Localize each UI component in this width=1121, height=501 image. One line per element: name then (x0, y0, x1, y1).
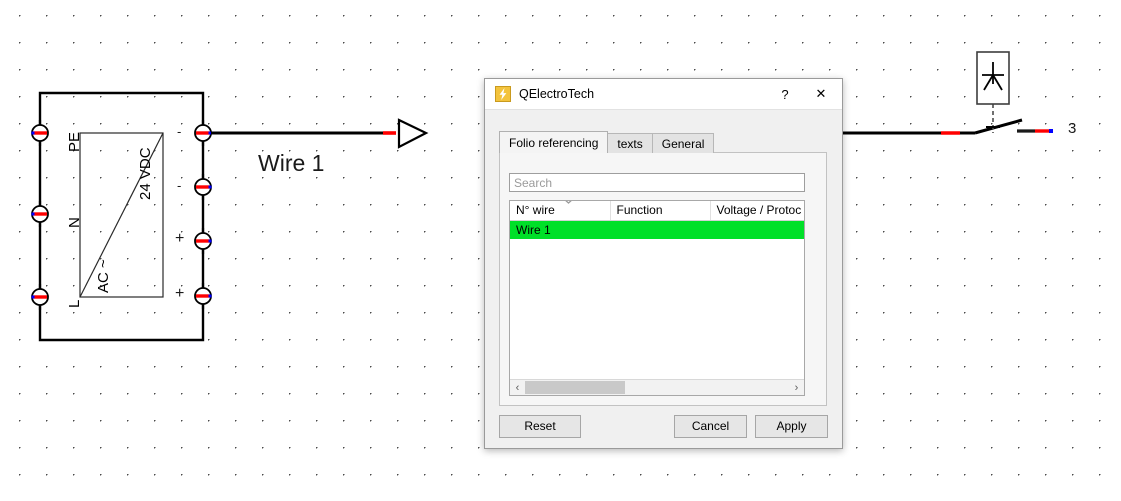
scroll-left-arrow-icon[interactable]: ‹ (510, 380, 525, 395)
terminal-number-label: 3 (1068, 120, 1077, 137)
reset-button[interactable]: Reset (499, 415, 581, 438)
scrollbar-thumb[interactable] (525, 381, 625, 394)
cell-wire-number[interactable]: Wire 1 (510, 220, 610, 239)
apply-button[interactable]: Apply (755, 415, 828, 438)
cell-voltage-protocol[interactable] (710, 220, 804, 239)
scroll-right-arrow-icon[interactable]: › (789, 380, 804, 395)
table-header-row[interactable]: N° wire Function Voltage / Protoc (510, 201, 804, 221)
psu-terminal-label-plus-1: + (175, 230, 185, 247)
scrollbar-track[interactable] (525, 380, 789, 395)
wire-reference-table[interactable]: N° wire Function Voltage / Protoc Wire 1 (509, 200, 805, 396)
psu-terminal-label-minus-2: - (177, 178, 182, 193)
wire-label[interactable]: Wire 1 (258, 150, 324, 177)
psu-inner-label-ac: AC ~ (95, 259, 112, 293)
tab-folio-referencing[interactable]: Folio referencing (499, 131, 609, 153)
search-input[interactable] (509, 173, 805, 192)
psu-terminal-label-pe: PE (66, 131, 83, 152)
cancel-button[interactable]: Cancel (674, 415, 747, 438)
psu-terminal-label-minus-1: - (177, 124, 182, 139)
column-header-wire-number[interactable]: N° wire (510, 201, 611, 221)
cell-function[interactable] (610, 220, 710, 239)
column-header-voltage-protocol[interactable]: Voltage / Protoc (710, 201, 804, 221)
chevron-down-icon (565, 201, 572, 204)
psu-terminal-label-n: N (66, 217, 83, 228)
dialog-titlebar[interactable]: QElectroTech ? ✕ (485, 79, 842, 110)
qelectrotech-dialog[interactable]: QElectroTech ? ✕ Folio referencing texts… (484, 78, 843, 449)
dialog-body: Folio referencing texts General N° wire … (485, 110, 842, 448)
tab-panel-folio-referencing: N° wire Function Voltage / Protoc Wire 1 (499, 152, 827, 406)
psu-terminal-label-l: L (66, 299, 83, 308)
table-row[interactable]: Wire 1 (510, 220, 804, 239)
tab-bar[interactable]: Folio referencing texts General (499, 131, 715, 153)
psu-inner-label-dc: 24 VDC (137, 147, 154, 200)
lightning-bolt-icon (495, 86, 511, 102)
help-button[interactable]: ? (770, 79, 800, 109)
dialog-title: QElectroTech (519, 87, 595, 101)
psu-terminal-label-plus-2: + (175, 285, 185, 302)
table-scroll-area[interactable]: N° wire Function Voltage / Protoc Wire 1 (510, 201, 804, 379)
column-header-function[interactable]: Function (610, 201, 711, 221)
close-button[interactable]: ✕ (800, 79, 842, 109)
tab-texts[interactable]: texts (607, 133, 653, 153)
horizontal-scrollbar[interactable]: ‹ › (510, 379, 804, 395)
tab-general[interactable]: General (651, 133, 715, 153)
